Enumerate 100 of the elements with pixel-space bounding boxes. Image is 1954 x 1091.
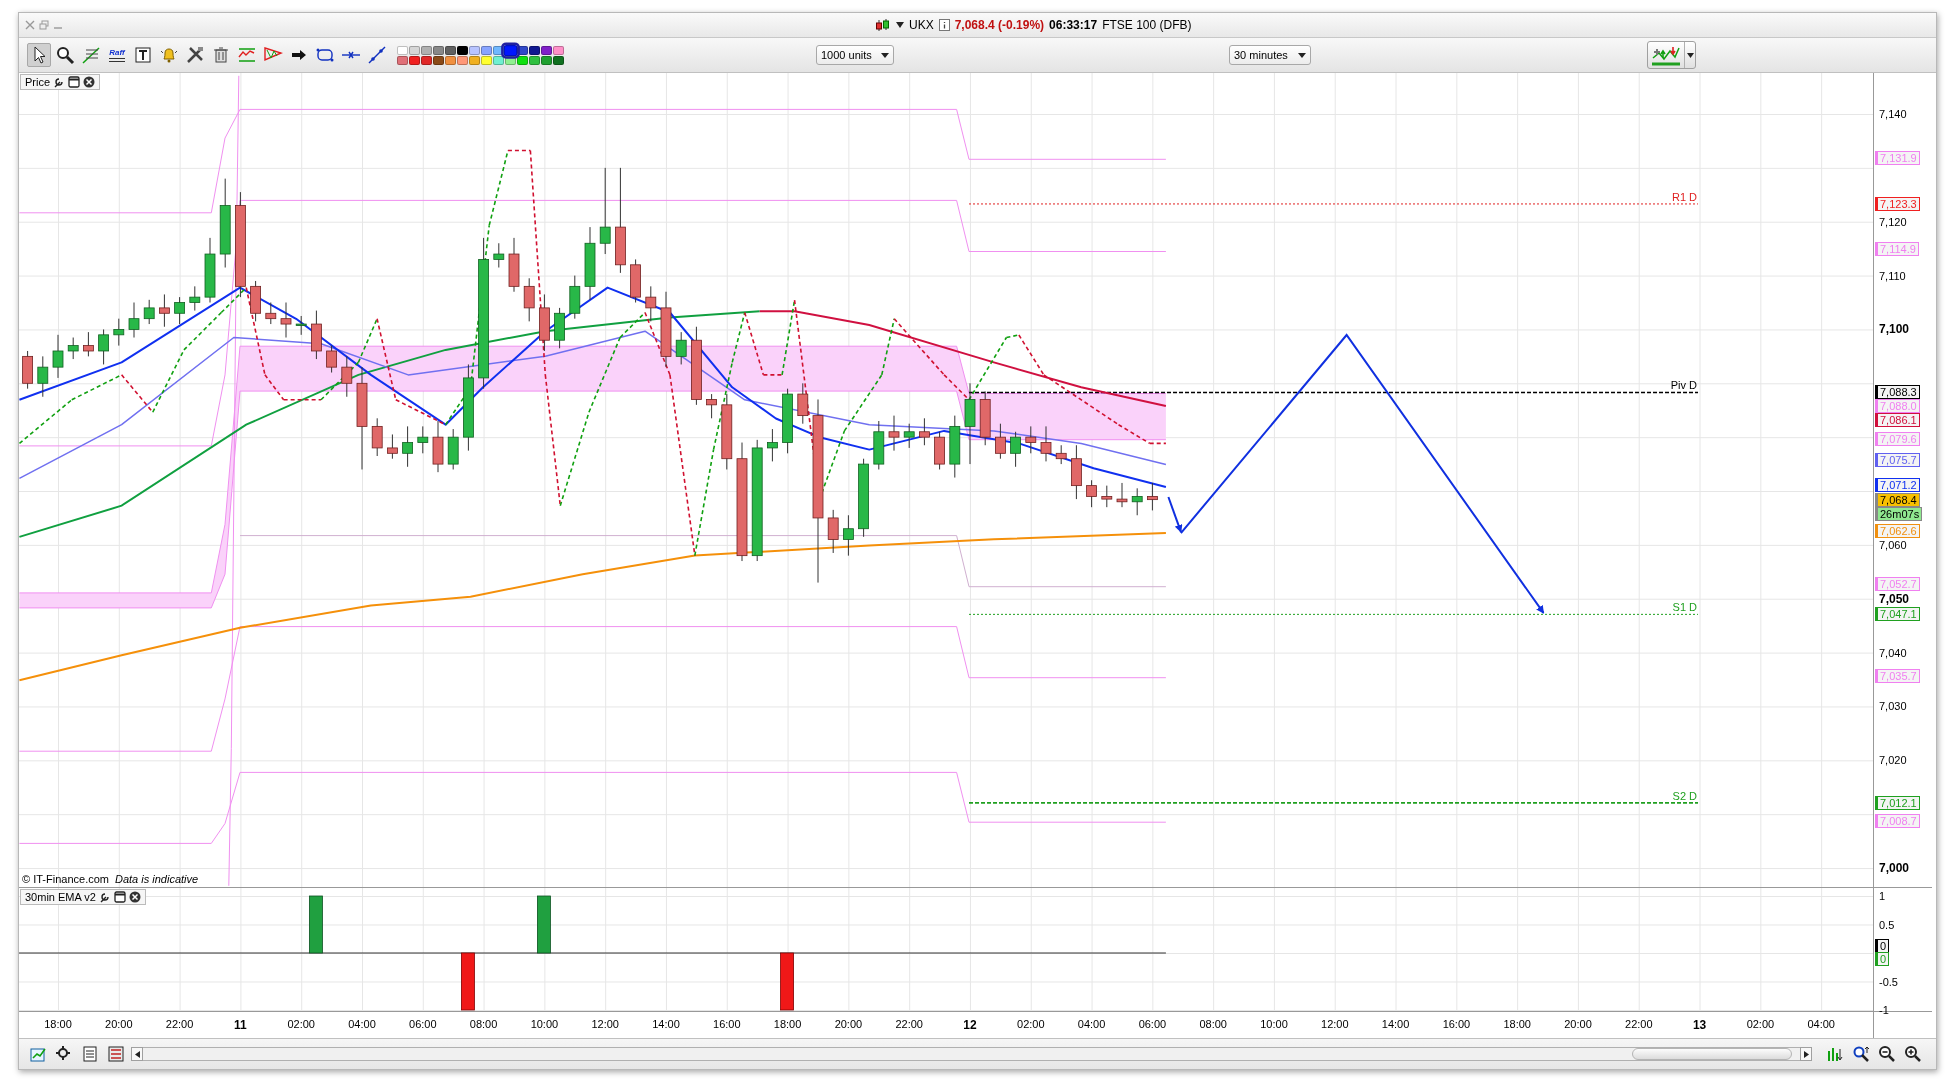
close-icon[interactable] [83, 76, 96, 88]
candle [159, 293, 170, 328]
candle [387, 433, 398, 460]
zoom-fit-icon[interactable] [1852, 1045, 1870, 1063]
info-icon[interactable] [938, 19, 950, 31]
list-icon[interactable] [107, 1045, 125, 1063]
color-swatch[interactable] [529, 55, 540, 65]
candle [113, 318, 125, 347]
settings-icon[interactable] [55, 1045, 73, 1063]
color-swatch[interactable] [445, 55, 456, 65]
color-swatch[interactable] [469, 55, 480, 65]
caret-icon[interactable] [896, 22, 904, 28]
candle [67, 337, 79, 360]
price-tag: 7,123.3 [1875, 196, 1920, 211]
color-swatch[interactable] [409, 55, 420, 65]
candle [827, 509, 839, 554]
color-swatch[interactable] [469, 45, 480, 55]
candle [174, 296, 185, 325]
color-swatch[interactable] [541, 45, 552, 55]
time-tick-label: 10:00 [1260, 1018, 1288, 1030]
color-swatch[interactable] [481, 55, 492, 65]
candle [1055, 444, 1067, 465]
pointer-tool-button[interactable] [27, 43, 51, 67]
time-tick-label: 06:00 [409, 1018, 437, 1030]
time-tick-label: 04:00 [1077, 1018, 1106, 1030]
color-swatch[interactable] [433, 55, 444, 65]
wrench-icon[interactable] [98, 891, 111, 903]
candle [1116, 482, 1128, 508]
color-swatch[interactable] [553, 55, 564, 65]
zoom-out-icon[interactable] [1878, 1045, 1896, 1063]
wrench-icon[interactable] [53, 76, 66, 88]
units-dropdown[interactable]: 1000 units [816, 45, 894, 65]
axis-tick-label: 7,020 [1879, 753, 1907, 768]
color-swatch[interactable] [397, 45, 408, 55]
color-swatch[interactable] [421, 55, 432, 65]
caret-icon[interactable] [1686, 52, 1694, 58]
close-icon[interactable] [128, 891, 141, 903]
axis-tick-label: 7,120 [1879, 214, 1907, 229]
axis-tick-label: 7,140 [1879, 107, 1907, 121]
candle [539, 293, 550, 352]
time-tick-label: 14:00 [1381, 1018, 1410, 1030]
pivot-label: S1 D [1672, 601, 1698, 614]
color-swatch[interactable] [541, 55, 552, 65]
candle [37, 355, 49, 398]
time-tick-label: 02:00 [287, 1018, 315, 1030]
raff-tool-button[interactable]: Raff [105, 43, 129, 67]
color-swatch[interactable] [517, 55, 528, 65]
time-tick-label: 14:00 [652, 1018, 680, 1030]
candlestick-icon[interactable] [875, 18, 891, 32]
caret-icon [1298, 52, 1306, 58]
time-tick-label: 02:00 [1017, 1018, 1045, 1030]
chart-type-button[interactable] [1647, 41, 1696, 69]
window-icon[interactable] [68, 76, 81, 88]
scrollbar-thumb[interactable] [1632, 1048, 1792, 1060]
price-tag: 7,008.7 [1875, 814, 1920, 829]
time-tick-label: 12:00 [1321, 1018, 1349, 1030]
candle [83, 331, 94, 357]
scroll-right-button[interactable] [1800, 1047, 1812, 1061]
price-tag: 7,114.9 [1875, 242, 1919, 257]
color-swatch[interactable] [493, 55, 504, 65]
color-swatch[interactable] [397, 55, 408, 65]
candle [1071, 444, 1082, 500]
candle [1101, 485, 1113, 508]
candle [934, 431, 945, 470]
color-swatch[interactable] [517, 45, 528, 55]
candle [706, 393, 717, 419]
document-icon[interactable] [81, 1045, 99, 1063]
candle [1147, 482, 1158, 511]
price-tag: 7,062.6 [1875, 523, 1920, 538]
color-swatch[interactable] [553, 45, 564, 55]
chart-type-icon [1651, 44, 1681, 66]
zoom-in-icon[interactable] [1904, 1045, 1922, 1063]
color-swatch[interactable] [529, 45, 540, 55]
color-swatch[interactable] [457, 55, 468, 65]
interval-dropdown[interactable]: 30 minutes [1229, 45, 1311, 65]
chart-export-icon[interactable] [29, 1045, 47, 1063]
time-tick-label: 10:00 [530, 1018, 559, 1030]
price-tag: 7,088.3 [1875, 385, 1920, 400]
color-swatch[interactable] [457, 45, 468, 55]
axis-tick-label: 0.5 [1879, 917, 1895, 932]
tools-icon [185, 45, 205, 65]
color-swatch[interactable] [421, 45, 432, 55]
axis-tick-label: 7,050 [1879, 591, 1910, 606]
candle [280, 302, 292, 338]
candle [1131, 487, 1143, 516]
axis-tick-label: -1 [1879, 1003, 1889, 1017]
color-swatch[interactable] [409, 45, 420, 55]
candle [98, 328, 109, 365]
color-swatch[interactable] [503, 44, 518, 56]
scroll-left-button[interactable] [131, 1047, 143, 1061]
candle [797, 382, 809, 425]
color-swatch[interactable] [445, 45, 456, 55]
candle [493, 242, 505, 268]
color-swatch[interactable] [481, 45, 492, 55]
color-swatch[interactable] [433, 45, 444, 55]
window-icon[interactable] [113, 891, 126, 903]
axis-tick-label: 7,030 [1879, 699, 1907, 714]
chart-resize-icon[interactable] [1826, 1045, 1844, 1063]
axis-tick-label: 7,040 [1879, 645, 1907, 660]
axis-tick-label: 1 [1879, 889, 1886, 903]
